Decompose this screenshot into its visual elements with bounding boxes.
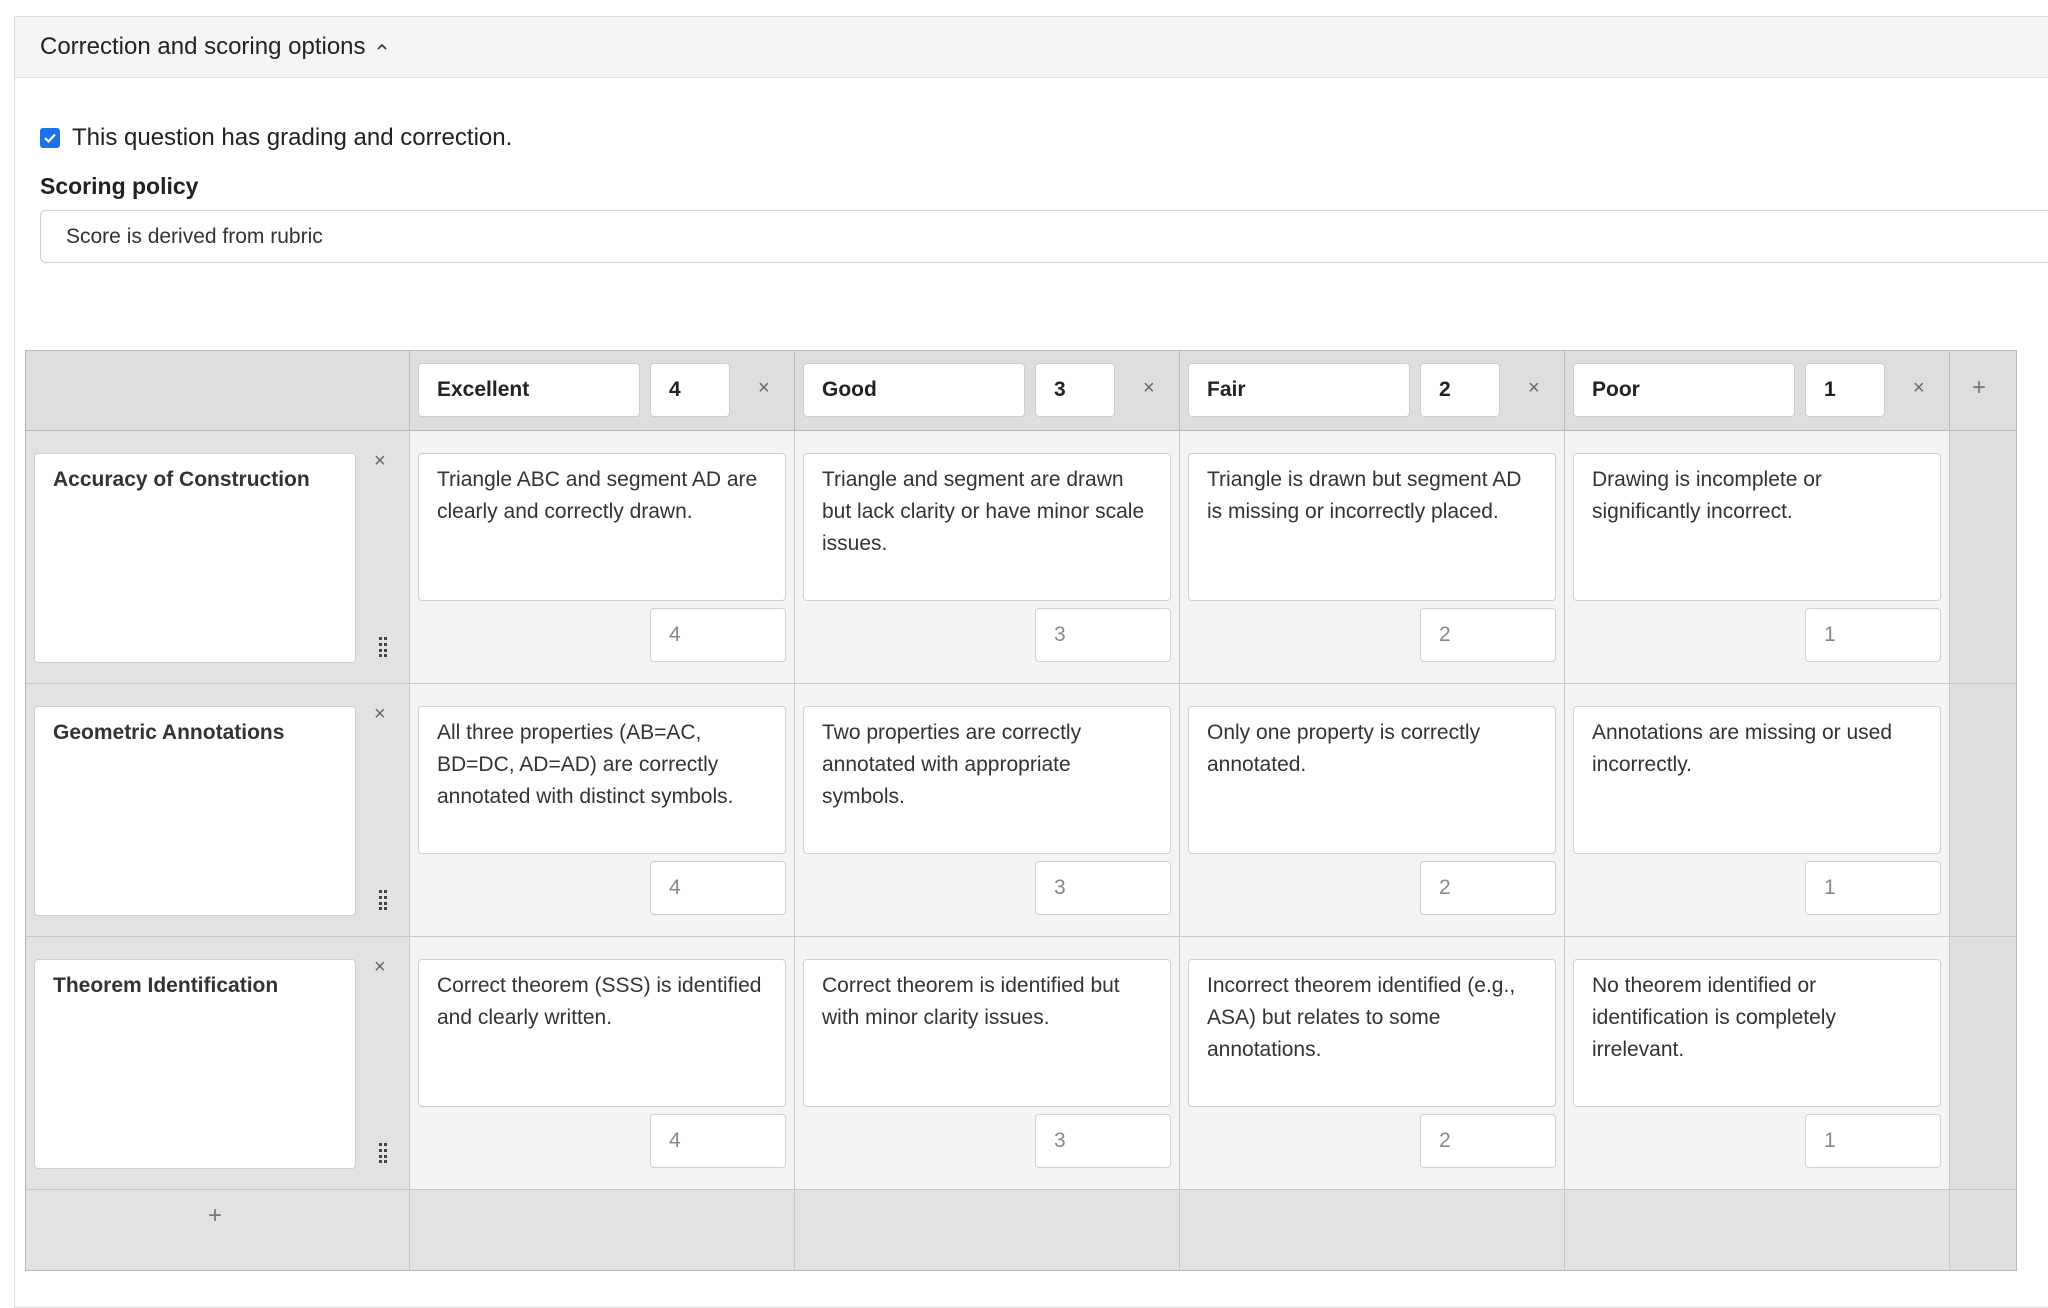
grading-checkbox[interactable] bbox=[40, 128, 60, 148]
criterion-cell: Accuracy of Construction × bbox=[26, 431, 410, 684]
cell-description-input[interactable]: Annotations are missing or used incorrec… bbox=[1573, 706, 1941, 854]
close-icon[interactable]: × bbox=[374, 451, 386, 471]
chevron-up-icon[interactable] bbox=[376, 42, 388, 52]
cell-points-input[interactable]: 2 bbox=[1420, 1114, 1556, 1168]
rubric-cell: Triangle and segment are drawn but lack … bbox=[795, 431, 1180, 684]
section-title: Correction and scoring options bbox=[40, 33, 366, 60]
drag-handle-icon[interactable] bbox=[378, 1142, 388, 1164]
cell-description-input[interactable]: Drawing is incomplete or significantly i… bbox=[1573, 453, 1941, 601]
close-icon[interactable]: × bbox=[758, 378, 770, 398]
rubric-cell: All three properties (AB=AC, BD=DC, AD=A… bbox=[410, 684, 795, 937]
level-header-poor: Poor 1 × bbox=[1565, 351, 1950, 431]
cell-description-input[interactable]: Triangle ABC and segment AD are clearly … bbox=[418, 453, 786, 601]
close-icon[interactable]: × bbox=[374, 704, 386, 724]
cell-description-input[interactable]: Triangle and segment are drawn but lack … bbox=[803, 453, 1171, 601]
rubric-cell: Triangle is drawn but segment AD is miss… bbox=[1180, 431, 1565, 684]
close-icon[interactable]: × bbox=[374, 957, 386, 977]
criterion-name-input[interactable]: Theorem Identification bbox=[34, 959, 356, 1169]
cell-points-input[interactable]: 3 bbox=[1035, 861, 1171, 915]
rubric-cell: Drawing is incomplete or significantly i… bbox=[1565, 431, 1950, 684]
level-points-input[interactable]: 3 bbox=[1035, 363, 1115, 417]
level-name-input[interactable]: Good bbox=[803, 363, 1025, 417]
grading-label: This question has grading and correction… bbox=[72, 124, 513, 151]
add-level-icon[interactable]: + bbox=[1972, 376, 1986, 400]
cell-points-input[interactable]: 4 bbox=[650, 1114, 786, 1168]
footer-cell bbox=[410, 1190, 795, 1270]
cell-points-input[interactable]: 1 bbox=[1805, 861, 1941, 915]
criterion-cell: Geometric Annotations × bbox=[26, 684, 410, 937]
drag-handle-icon[interactable] bbox=[378, 636, 388, 658]
criterion-name-input[interactable]: Accuracy of Construction bbox=[34, 453, 356, 663]
rubric-cell: Correct theorem (SSS) is identified and … bbox=[410, 937, 795, 1190]
level-header-good: Good 3 × bbox=[795, 351, 1180, 431]
close-icon[interactable]: × bbox=[1913, 378, 1925, 398]
cell-description-input[interactable]: Two properties are correctly annotated w… bbox=[803, 706, 1171, 854]
footer-cell bbox=[795, 1190, 1180, 1270]
cell-description-input[interactable]: No theorem identified or identification … bbox=[1573, 959, 1941, 1107]
rubric-cell: Incorrect theorem identified (e.g., ASA)… bbox=[1180, 937, 1565, 1190]
cell-points-input[interactable]: 2 bbox=[1420, 608, 1556, 662]
rubric-cell: No theorem identified or identification … bbox=[1565, 937, 1950, 1190]
cell-points-input[interactable]: 3 bbox=[1035, 1114, 1171, 1168]
criterion-name-input[interactable]: Geometric Annotations bbox=[34, 706, 356, 916]
cell-description-input[interactable]: Correct theorem (SSS) is identified and … bbox=[418, 959, 786, 1107]
level-header-fair: Fair 2 × bbox=[1180, 351, 1565, 431]
rubric-cell: Triangle ABC and segment AD are clearly … bbox=[410, 431, 795, 684]
rubric-cell: Two properties are correctly annotated w… bbox=[795, 684, 1180, 937]
rubric-cell: Only one property is correctly annotated… bbox=[1180, 684, 1565, 937]
scoring-policy-select[interactable]: Score is derived from rubric bbox=[40, 210, 2048, 263]
level-points-input[interactable]: 1 bbox=[1805, 363, 1885, 417]
add-criterion-cell: + bbox=[26, 1190, 410, 1270]
close-icon[interactable]: × bbox=[1143, 378, 1155, 398]
cell-points-input[interactable]: 4 bbox=[650, 861, 786, 915]
level-name-input[interactable]: Poor bbox=[1573, 363, 1795, 417]
rubric-cell: Annotations are missing or used incorrec… bbox=[1565, 684, 1950, 937]
add-level-cell: + bbox=[1950, 351, 2016, 431]
criterion-cell: Theorem Identification × bbox=[26, 937, 410, 1190]
scoring-policy-value: Score is derived from rubric bbox=[66, 224, 323, 248]
close-icon[interactable]: × bbox=[1528, 378, 1540, 398]
footer-cell bbox=[1180, 1190, 1565, 1270]
level-points-input[interactable]: 2 bbox=[1420, 363, 1500, 417]
drag-handle-icon[interactable] bbox=[378, 889, 388, 911]
cell-description-input[interactable]: All three properties (AB=AC, BD=DC, AD=A… bbox=[418, 706, 786, 854]
row-end-cell bbox=[1950, 431, 2016, 684]
footer-cell bbox=[1565, 1190, 1950, 1270]
row-end-cell bbox=[1950, 937, 2016, 1190]
section-header[interactable]: Correction and scoring options bbox=[15, 17, 2048, 78]
rubric-corner-cell bbox=[26, 351, 410, 431]
rubric-cell: Correct theorem is identified but with m… bbox=[795, 937, 1180, 1190]
scoring-policy-label: Scoring policy bbox=[40, 173, 199, 199]
level-points-input[interactable]: 4 bbox=[650, 363, 730, 417]
cell-description-input[interactable]: Incorrect theorem identified (e.g., ASA)… bbox=[1188, 959, 1556, 1107]
cell-description-input[interactable]: Correct theorem is identified but with m… bbox=[803, 959, 1171, 1107]
cell-description-input[interactable]: Only one property is correctly annotated… bbox=[1188, 706, 1556, 854]
footer-end-cell bbox=[1950, 1190, 2016, 1270]
cell-points-input[interactable]: 4 bbox=[650, 608, 786, 662]
cell-points-input[interactable]: 1 bbox=[1805, 1114, 1941, 1168]
cell-description-input[interactable]: Triangle is drawn but segment AD is miss… bbox=[1188, 453, 1556, 601]
cell-points-input[interactable]: 1 bbox=[1805, 608, 1941, 662]
add-criterion-icon[interactable]: + bbox=[208, 1204, 222, 1228]
cell-points-input[interactable]: 2 bbox=[1420, 861, 1556, 915]
grading-toggle[interactable]: This question has grading and correction… bbox=[40, 124, 512, 152]
cell-points-input[interactable]: 3 bbox=[1035, 608, 1171, 662]
row-end-cell bbox=[1950, 684, 2016, 937]
rubric-table: Excellent 4 × Good 3 × Fair 2 × Poor 1 ×… bbox=[25, 350, 2017, 1271]
level-name-input[interactable]: Excellent bbox=[418, 363, 640, 417]
level-header-excellent: Excellent 4 × bbox=[410, 351, 795, 431]
level-name-input[interactable]: Fair bbox=[1188, 363, 1410, 417]
